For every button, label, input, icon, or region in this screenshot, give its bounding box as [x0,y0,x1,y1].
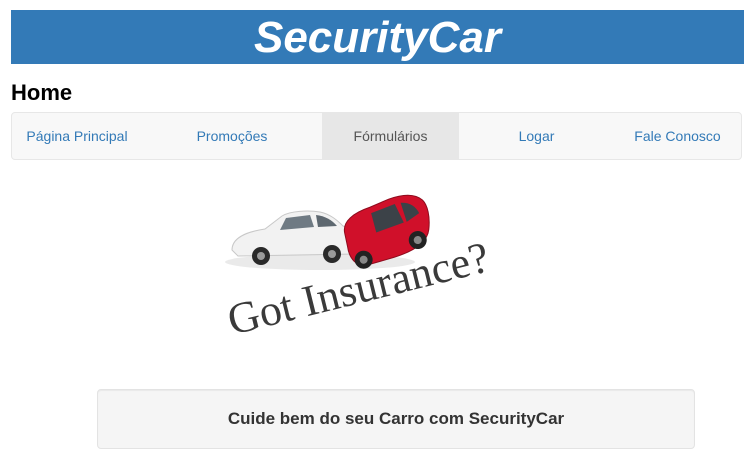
promo-callout: Cuide bem do seu Carro com SecurityCar [97,389,695,449]
nav-item-fale-conosco[interactable]: Fale Conosco [614,113,741,159]
hero-image: Got Insurance? [210,180,546,370]
brand-title: SecurityCar [253,13,501,62]
brand-banner: SecurityCar [11,10,744,64]
main-navbar: Página Principal Promoções Fórmulários L… [11,112,742,160]
nav-item-promocoes[interactable]: Promoções [142,113,322,159]
promo-callout-text: Cuide bem do seu Carro com SecurityCar [227,409,565,428]
page-title: Home [11,80,73,105]
nav-item-logar[interactable]: Logar [459,113,614,159]
nav-item-pagina-principal[interactable]: Página Principal [12,113,142,159]
nav-item-formularios[interactable]: Fórmulários [322,113,459,159]
